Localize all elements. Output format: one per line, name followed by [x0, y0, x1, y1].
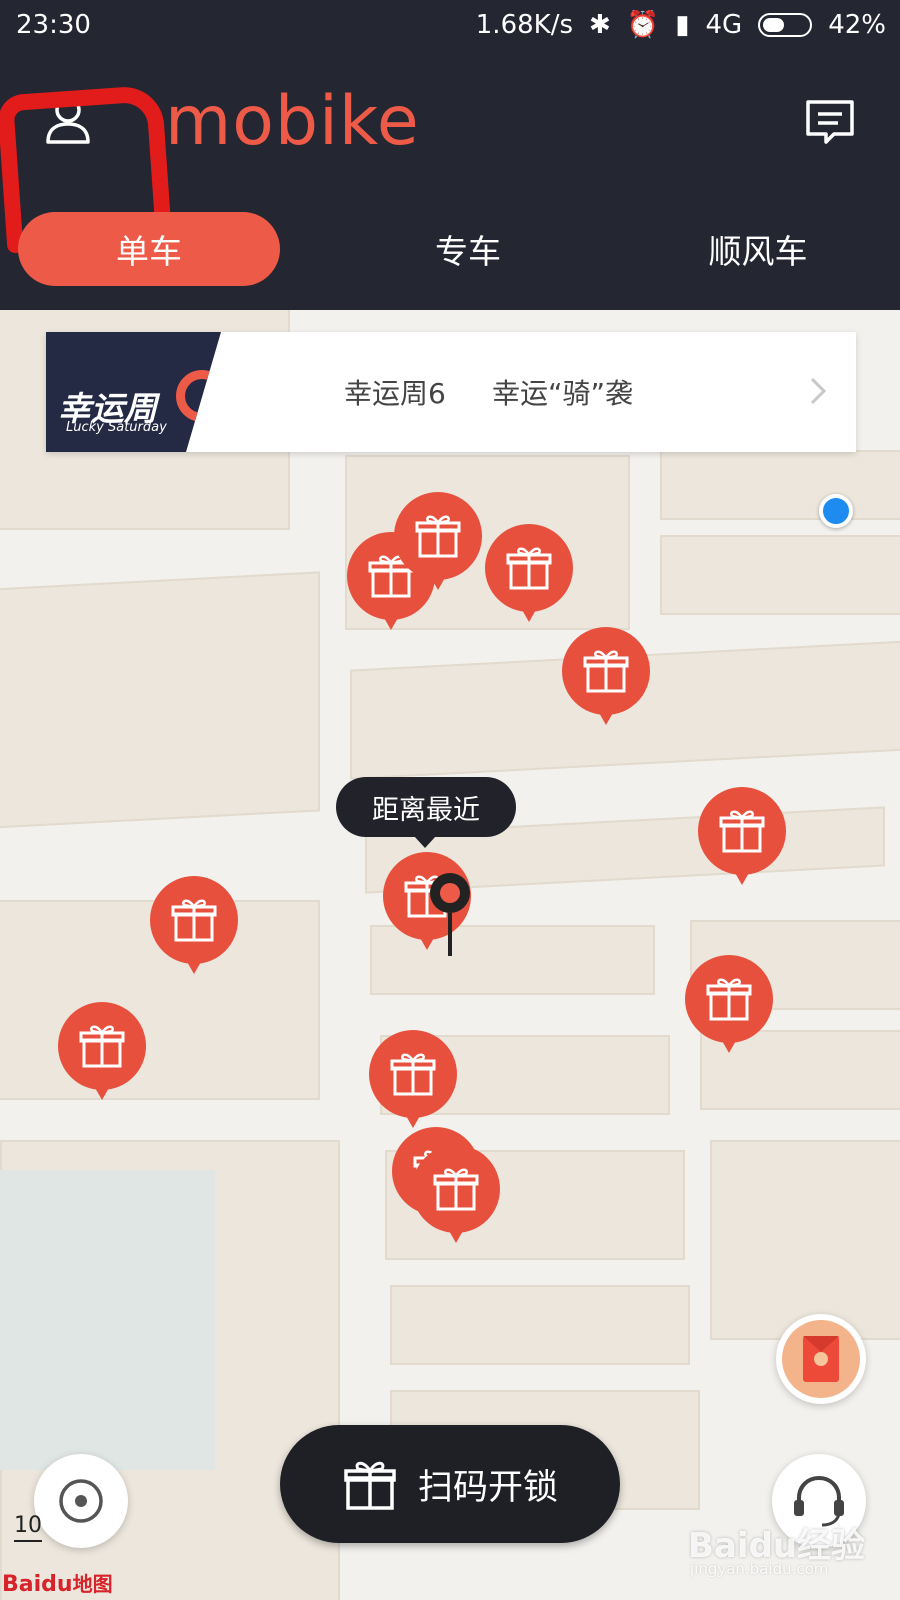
app-logo: mobike — [165, 82, 420, 161]
net-speed: 1.68K/s — [475, 10, 574, 40]
map-block — [660, 535, 900, 615]
tab-carpool[interactable]: 顺风车 — [638, 212, 878, 286]
battery-level: 42% — [828, 10, 886, 40]
current-location-dot — [819, 494, 853, 528]
battery-icon — [758, 13, 813, 37]
app-header: mobike 单车 专车 顺风车 — [0, 52, 900, 310]
attribution-map: 地图 — [72, 1572, 113, 1596]
locate-button[interactable] — [34, 1454, 128, 1548]
badge-subtitle: Lucky Saturday — [66, 420, 167, 435]
attribution-brand: Baidu — [2, 1572, 73, 1597]
red-packet-icon — [782, 1320, 860, 1398]
bike-marker[interactable] — [410, 1143, 502, 1247]
map-pin-icon — [430, 873, 470, 956]
bike-marker[interactable] — [367, 1028, 459, 1132]
lucky-saturday-badge: 幸运周 Lucky Saturday — [46, 332, 221, 452]
map-block — [390, 1285, 690, 1365]
gift-icon — [58, 1002, 146, 1100]
gift-icon — [412, 1145, 500, 1243]
tab-bike[interactable]: 单车 — [18, 212, 280, 286]
gift-icon — [344, 1461, 396, 1510]
gift-icon — [485, 524, 573, 622]
promo-banner[interactable]: 幸运周 Lucky Saturday 幸运周6 幸运“骑”袭 — [46, 332, 856, 452]
banner-text-1: 幸运周6 — [344, 377, 446, 410]
bike-marker[interactable] — [683, 953, 775, 1057]
map-attribution: Baidu地图 — [2, 1568, 113, 1597]
tab-car[interactable]: 专车 — [348, 212, 588, 286]
bike-marker[interactable] — [56, 1000, 148, 1104]
red-packet-button[interactable] — [776, 1314, 866, 1404]
locate-icon — [59, 1479, 103, 1523]
message-icon — [806, 100, 854, 144]
bike-marker[interactable] — [483, 522, 575, 626]
banner-text-2: 幸运“骑”袭 — [492, 377, 634, 410]
network-type: 4G — [705, 10, 743, 40]
gift-icon — [150, 876, 238, 974]
mobike-ring-icon — [176, 370, 221, 422]
nearest-label: 距离最近 — [372, 794, 480, 826]
status-time: 23:30 — [16, 10, 91, 40]
ride-type-tabs: 单车 专车 顺风车 — [18, 212, 882, 286]
bike-marker[interactable] — [696, 785, 788, 889]
status-bar: 23:30 1.68K/s ✱ ⏰ ▮ 4G 42% — [0, 0, 900, 52]
map-block — [0, 571, 320, 829]
bike-marker[interactable] — [392, 490, 484, 594]
status-icons: 1.68K/s ✱ ⏰ ▮ 4G 42% — [476, 10, 886, 40]
map-block — [660, 450, 900, 520]
map-park-area — [0, 1170, 215, 1470]
messages-button[interactable] — [800, 92, 860, 152]
signal-icon: ▮ — [675, 10, 690, 40]
gift-icon — [394, 492, 482, 590]
scan-unlock-label: 扫码开锁 — [417, 1467, 558, 1508]
scan-unlock-button[interactable]: 扫码开锁 — [280, 1425, 620, 1543]
chevron-right-icon — [810, 377, 827, 405]
map-block — [710, 1140, 900, 1340]
gift-icon — [685, 955, 773, 1053]
watermark-url: jingyan.baidu.com — [690, 1560, 829, 1578]
bluetooth-icon: ✱ — [589, 10, 611, 40]
bike-marker[interactable] — [560, 625, 652, 729]
alarm-icon: ⏰ — [626, 10, 660, 40]
nearest-bike-tooltip: 距离最近 — [336, 777, 516, 848]
gift-icon — [369, 1030, 457, 1128]
map-scale: 10 — [14, 1513, 42, 1542]
gift-icon — [562, 627, 650, 725]
gift-icon — [698, 787, 786, 885]
bike-marker[interactable] — [148, 874, 240, 978]
